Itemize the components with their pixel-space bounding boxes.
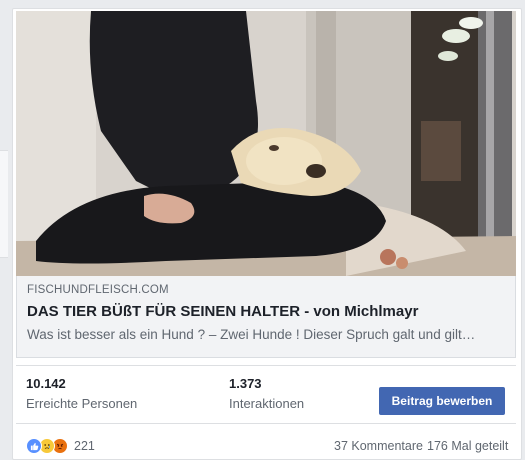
post-card: FISCHUNDFLEISCH.COM DAS TIER BÜßT FÜR SE… [12,8,522,460]
like-icon [26,438,42,454]
link-domain: FISCHUNDFLEISCH.COM [27,284,169,296]
link-description: Was ist besser als ein Hund ? – Zwei Hun… [27,327,476,342]
link-preview-image[interactable] [16,11,516,276]
interactions-value: 1.373 [229,376,262,391]
boost-post-button[interactable]: Beitrag bewerben [379,387,505,415]
dog-and-person-photo [16,11,516,276]
post-insights: 10.142 Erreichte Personen 1.373 Interakt… [16,365,516,421]
comments-count-link[interactable]: 37 Kommentare [334,439,423,453]
adjacent-panel-edge [0,150,8,258]
reach-label: Erreichte Personen [26,396,138,411]
interactions-stat[interactable]: 1.373 Interaktionen [229,376,304,411]
link-title[interactable]: DAS TIER BÜßT FÜR SEINEN HALTER - von Mi… [27,303,418,320]
engagement-footer: 221 37 Kommentare 176 Mal geteilt [16,423,516,459]
interactions-label: Interaktionen [229,396,305,411]
reach-stat[interactable]: 10.142 Erreichte Personen [26,376,137,411]
reach-value: 10.142 [26,376,66,391]
shares-count-link[interactable]: 176 Mal geteilt [427,439,508,453]
reaction-count: 221 [74,439,95,453]
reactions-summary[interactable]: 221 [26,438,95,454]
link-preview-text[interactable]: FISCHUNDFLEISCH.COM DAS TIER BÜßT FÜR SE… [16,276,516,358]
left-edge-strip [0,0,10,460]
